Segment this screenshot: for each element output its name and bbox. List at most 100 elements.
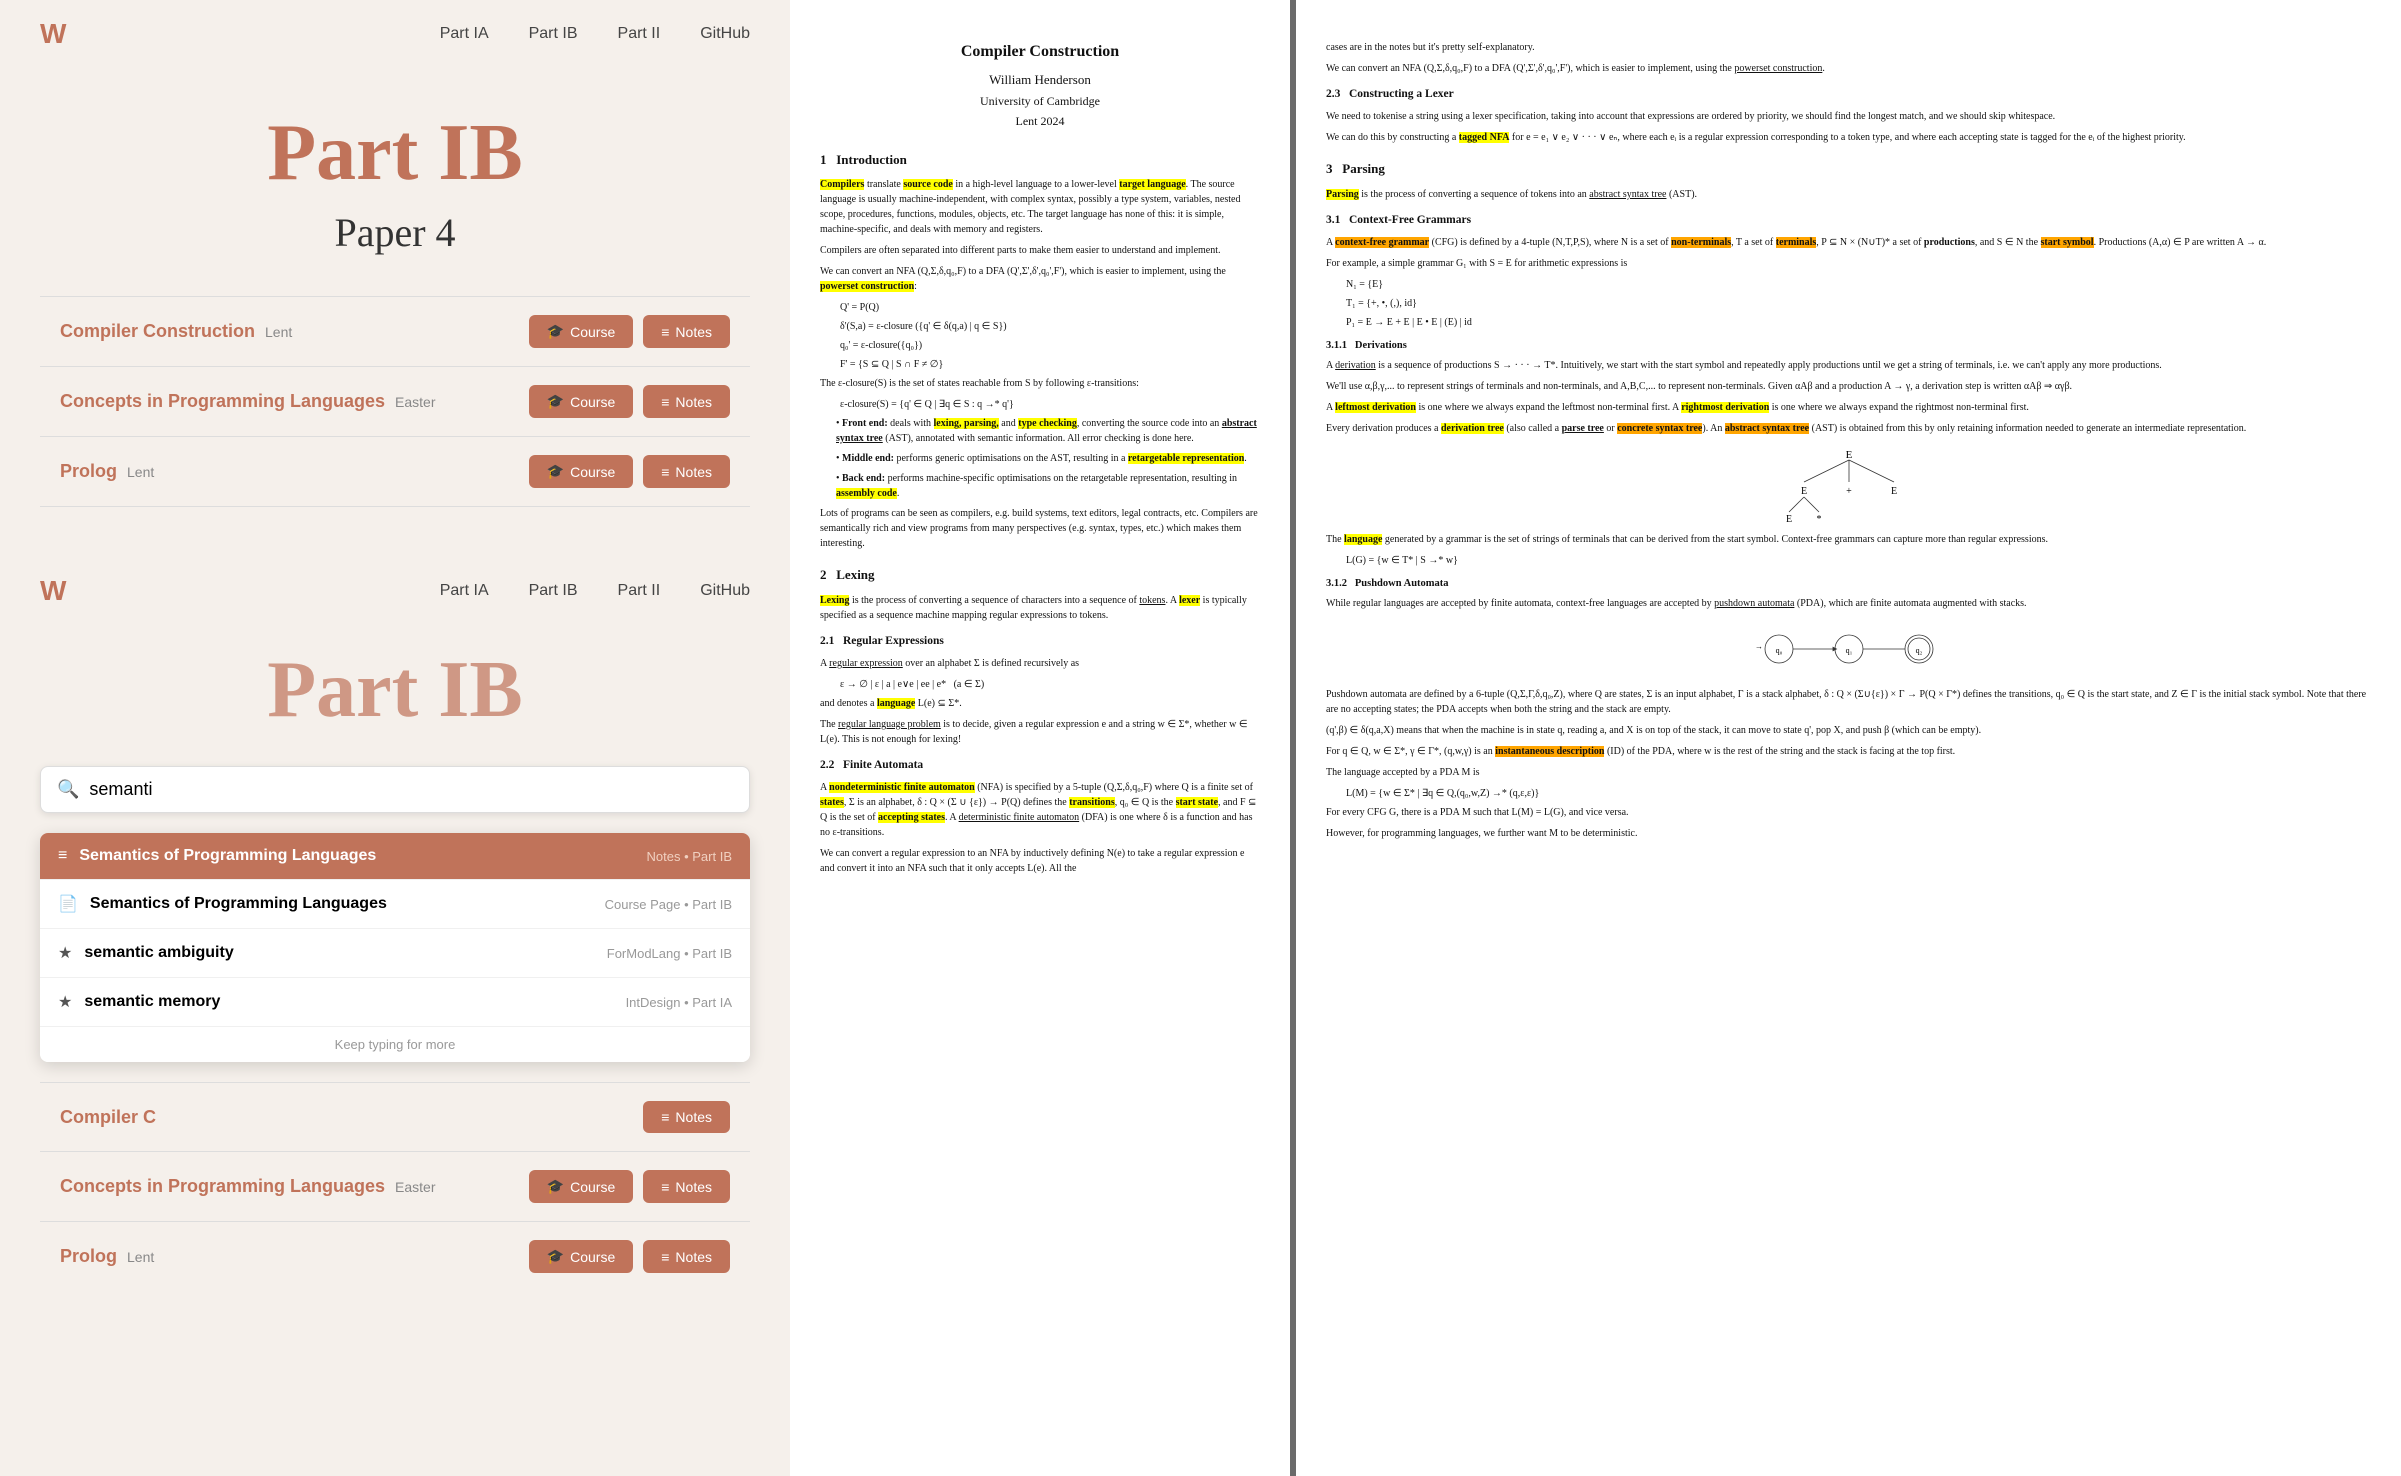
pdf-formula-5: ε-closure(S) = {q' ∈ Q | ∃q ∈ S : q →* q…: [840, 397, 1260, 412]
course-label-0: Course: [570, 324, 615, 340]
bottom-course-actions-0: ≡ Notes: [643, 1101, 730, 1133]
right-panel: Compiler Construction William Henderson …: [790, 0, 2401, 1476]
bottom-nav-link-partii[interactable]: Part II: [618, 582, 661, 600]
svg-text:E: E: [1785, 514, 1791, 524]
pdf-intro-p5: Lots of programs can be seen as compiler…: [820, 506, 1260, 551]
pdf-intro-p1: Compilers translate source code in a hig…: [820, 177, 1260, 237]
notes-btn-1[interactable]: ≡ Notes: [643, 385, 730, 418]
svg-text:q₀: q₀: [1775, 646, 1782, 655]
course-item-2: Prolog Lent 🎓 Course ≡ Notes: [40, 436, 750, 507]
bottom-course-actions-1: 🎓 Course ≡ Notes: [529, 1170, 730, 1203]
pdf-pda-p5: The language accepted by a PDA M is: [1326, 765, 2371, 780]
course-term-1: Easter: [395, 394, 435, 410]
course-name-0: Compiler Construction: [60, 321, 255, 342]
pdf-deriv-p2: We'll use α,β,γ,... to represent strings…: [1326, 379, 2371, 394]
search-result-3[interactable]: ★ semantic memory IntDesign • Part IA: [40, 978, 750, 1027]
pdf-parsing-p1: Parsing is the process of converting a s…: [1326, 187, 2371, 202]
pdf-title: Compiler Construction: [820, 40, 1260, 64]
bottom-course-icon-1: 🎓: [547, 1178, 564, 1195]
nav-link-partii[interactable]: Part II: [618, 25, 661, 43]
list-icon-0: ≡: [58, 847, 67, 865]
pdf-pda-p4: For q ∈ Q, w ∈ Σ*, γ ∈ Γ*, (q,w,γ) is an…: [1326, 744, 2371, 759]
pdf-deriv-p4: Every derivation produces a derivation t…: [1326, 421, 2371, 436]
pdf-lang-formula: L(G) = {w ∈ T* | S →* w}: [1346, 553, 2371, 568]
bottom-nav-links: Part IA Part IB Part II GitHub: [440, 582, 750, 600]
bottom-course-label-1: Course: [570, 1179, 615, 1195]
search-result-0[interactable]: ≡ Semantics of Programming Languages Not…: [40, 833, 750, 880]
bottom-notes-btn-2[interactable]: ≡ Notes: [643, 1240, 730, 1273]
svg-text:q₁: q₁: [1845, 646, 1852, 655]
bottom-course-list: Compiler C ≡ Notes Concepts in Programmi…: [0, 1062, 790, 1311]
bottom-course-icon-2: 🎓: [547, 1248, 564, 1265]
course-btn-1[interactable]: 🎓 Course: [529, 385, 634, 418]
search-icon: 🔍: [57, 779, 79, 800]
course-actions-2: 🎓 Course ≡ Notes: [529, 455, 730, 488]
bottom-notes-btn-1[interactable]: ≡ Notes: [643, 1170, 730, 1203]
pdf-cfg-formula1: N₁ = {E}: [1346, 277, 2371, 292]
hero: Part IB Paper 4: [0, 68, 790, 276]
bottom-nav-link-partia[interactable]: Part IA: [440, 582, 489, 600]
top-nav: W Part IA Part IB Part II GitHub: [0, 0, 790, 68]
bottom-course-btn-2[interactable]: 🎓 Course: [529, 1240, 634, 1273]
search-result-2[interactable]: ★ semantic ambiguity ForModLang • Part I…: [40, 929, 750, 978]
nav-link-github[interactable]: GitHub: [700, 25, 750, 43]
bottom-course-label-2: Course: [570, 1249, 615, 1265]
pdf-bullet-back: Back end: performs machine-specific opti…: [836, 471, 1260, 501]
pdf-regex-formula: ε → ∅ | ε | a | e∨e | ee | e* (a ∈ Σ): [840, 677, 1260, 692]
pdf-right-p2: We can convert an NFA (Q,Σ,δ,q₀,F) to a …: [1326, 61, 2371, 76]
course-btn-2[interactable]: 🎓 Course: [529, 455, 634, 488]
course-label-2: Course: [570, 464, 615, 480]
pdf-cfg-p2: For example, a simple grammar G₁ with S …: [1326, 256, 2371, 271]
pdf-formula-3: q₀' = ε-closure({q₀}): [840, 338, 1260, 353]
pdf-pda-formula: L(M) = {w ∈ Σ* | ∃q ∈ Q,(q₀,w,Z) →* (q,ε…: [1346, 786, 2371, 801]
bottom-part-label: Part IB: [20, 645, 770, 736]
pdf-formula-2: δ'(S,a) = ε-closure ({q' ∈ δ(q,a) | q ∈ …: [840, 319, 1260, 334]
bottom-notes-btn-0[interactable]: ≡ Notes: [643, 1101, 730, 1133]
notes-btn-0[interactable]: ≡ Notes: [643, 315, 730, 348]
course-name-1: Concepts in Programming Languages: [60, 391, 385, 412]
course-icon-2: 🎓: [547, 463, 564, 480]
pdf-section-3: 3 Parsing: [1326, 159, 2371, 179]
pdf-tree-diagram: E E + E E *: [1759, 444, 1939, 524]
course-item-1: Concepts in Programming Languages Easter…: [40, 366, 750, 436]
pdf-viewer: Compiler Construction William Henderson …: [790, 0, 2401, 1476]
pdf-intro-p2: Compilers are often separated into diffe…: [820, 243, 1260, 258]
pdf-subsubsection-311: 3.1.1 Derivations: [1326, 338, 2371, 354]
course-btn-0[interactable]: 🎓 Course: [529, 315, 634, 348]
bottom-course-btn-1[interactable]: 🎓 Course: [529, 1170, 634, 1203]
hero-paper-label: Paper 4: [20, 209, 770, 256]
pdf-pda-p3: (q',β) ∈ δ(q,a,X) means that when the ma…: [1326, 723, 2371, 738]
nav-link-partib[interactable]: Part IB: [529, 25, 578, 43]
bottom-nav-link-github[interactable]: GitHub: [700, 582, 750, 600]
top-section: W Part IA Part IB Part II GitHub Part IB…: [0, 0, 790, 557]
notes-icon-0: ≡: [661, 324, 669, 340]
pdf-deriv-p1: A derivation is a sequence of production…: [1326, 358, 2371, 373]
search-box: 🔍: [40, 766, 750, 813]
keep-typing-label: Keep typing for more: [40, 1027, 750, 1062]
notes-btn-2[interactable]: ≡ Notes: [643, 455, 730, 488]
bottom-course-2: Prolog Lent 🎓 Course ≡ Notes: [40, 1221, 750, 1291]
pdf-regex-p3: The regular language problem is to decid…: [820, 717, 1260, 747]
pdf-subsubsection-312: 3.1.2 Pushdown Automata: [1326, 576, 2371, 592]
svg-text:E: E: [1800, 486, 1806, 497]
course-item-0: Compiler Construction Lent 🎓 Course ≡ No…: [40, 296, 750, 366]
search-result-1[interactable]: 📄 Semantics of Programming Languages Cou…: [40, 880, 750, 929]
nav-link-partia[interactable]: Part IA: [440, 25, 489, 43]
pdf-subsection-23: 2.3 Constructing a Lexer: [1326, 86, 2371, 103]
search-results-dropdown: ≡ Semantics of Programming Languages Not…: [40, 833, 750, 1062]
bottom-nav-link-partib[interactable]: Part IB: [529, 582, 578, 600]
result-name-0: Semantics of Programming Languages: [79, 847, 646, 865]
pdf-intro-p4: The ε-closure(S) is the set of states re…: [820, 376, 1260, 391]
pdf-formula-4: F' = {S ⊆ Q | S ∩ F ≠ ∅}: [840, 357, 1260, 372]
bottom-hero: Part IB: [0, 625, 790, 746]
svg-text:E: E: [1890, 486, 1896, 497]
bottom-notes-icon-1: ≡: [661, 1179, 669, 1195]
bottom-course-name-0: Compiler C: [60, 1107, 156, 1128]
notes-label-1: Notes: [675, 394, 712, 410]
bottom-notes-label-2: Notes: [675, 1249, 712, 1265]
result-meta-3: IntDesign • Part IA: [626, 995, 732, 1010]
search-input[interactable]: [89, 779, 733, 800]
course-actions-1: 🎓 Course ≡ Notes: [529, 385, 730, 418]
pdf-cfg-p1: A context-free grammar (CFG) is defined …: [1326, 235, 2371, 250]
pdf-lexer-p1: We need to tokenise a string using a lex…: [1326, 109, 2371, 124]
